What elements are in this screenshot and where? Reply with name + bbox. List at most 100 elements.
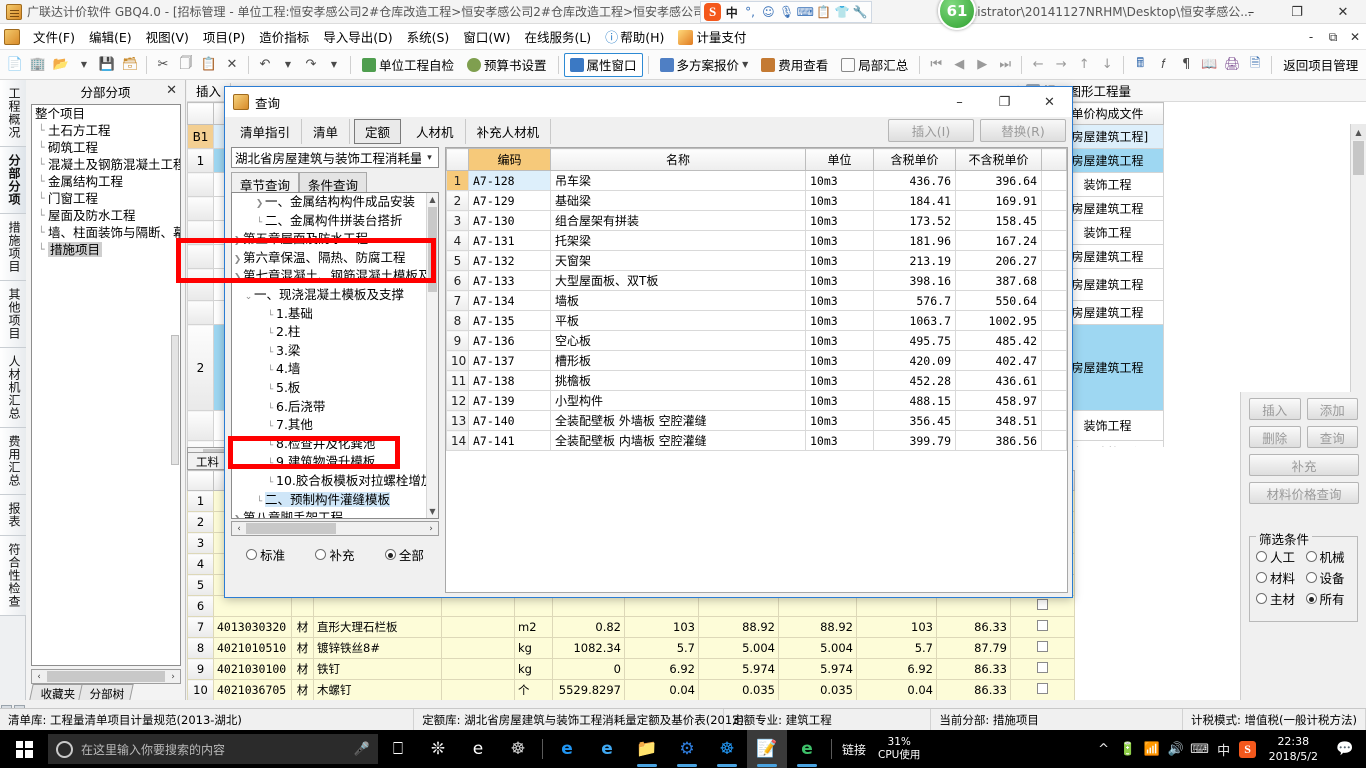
cell-estimate[interactable] bbox=[1010, 595, 1075, 617]
tree-item-slab[interactable]: └ 5.板 bbox=[232, 379, 426, 398]
scroll-left-icon[interactable]: ‹ bbox=[32, 672, 46, 682]
cell-v1[interactable] bbox=[624, 595, 699, 617]
app-blue-icon[interactable]: ⚙ bbox=[667, 730, 707, 768]
cell-untaxed-price[interactable]: 1002.95 bbox=[955, 310, 1042, 331]
panel-close-icon[interactable]: ✕ bbox=[166, 83, 177, 98]
first-record-icon[interactable]: ⏮ bbox=[925, 54, 947, 76]
cell-unit[interactable]: 10m3 bbox=[805, 410, 874, 431]
row-header[interactable]: 9 bbox=[187, 658, 214, 680]
cell-taxed-price[interactable]: 436.76 bbox=[873, 170, 956, 191]
table-row[interactable]: 7 4013030320 材直形大理石栏板 m2 0.82 103 88.92 88.92 10… bbox=[187, 616, 1075, 638]
cell-v1[interactable]: 103 bbox=[624, 616, 699, 638]
cell-name[interactable]: 铁钉 bbox=[313, 658, 442, 680]
cell-code[interactable]: A7-139 bbox=[468, 390, 551, 411]
cell-code[interactable]: A7-131 bbox=[468, 230, 551, 251]
row-header[interactable] bbox=[187, 244, 214, 269]
redo-icon[interactable]: ↷ bbox=[300, 54, 322, 76]
open-project-icon[interactable]: 🏢 bbox=[27, 54, 49, 76]
tree-item-chapter5[interactable]: ❯ 第五章屋面及防水工程 bbox=[232, 230, 426, 249]
tray-ime-lang-icon[interactable]: 中 bbox=[1213, 730, 1235, 768]
tree-item-metal-assembly[interactable]: └ 二、金属构件拼装台搭折 bbox=[232, 212, 426, 231]
cell-untaxed-price[interactable]: 396.64 bbox=[955, 170, 1042, 191]
radio-indicator[interactable] bbox=[1256, 572, 1267, 583]
tree-horizontal-scrollbar[interactable]: ‹ › bbox=[31, 669, 181, 684]
cell-taxed-price[interactable]: 452.28 bbox=[873, 370, 956, 391]
quota-library-select[interactable]: 湖北省房屋建筑与装饰工程消耗量定 ▾ bbox=[231, 147, 439, 168]
menu-file[interactable]: 文件(F) bbox=[26, 24, 82, 49]
cell-v2[interactable]: 5.974 bbox=[698, 658, 779, 680]
tree-item-beam[interactable]: └ 3.梁 bbox=[232, 342, 426, 361]
vtab-sub-items[interactable]: 分部分项 bbox=[0, 147, 26, 214]
sogou-logo-icon[interactable]: S bbox=[704, 3, 722, 21]
cell-untaxed-price[interactable]: 206.27 bbox=[955, 250, 1042, 271]
close-button[interactable]: ✕ bbox=[1320, 0, 1366, 24]
file-explorer-icon[interactable]: 📁 bbox=[627, 730, 667, 768]
row-header[interactable] bbox=[187, 196, 214, 221]
move-right-icon[interactable]: → bbox=[1050, 54, 1072, 76]
cell-untaxed-price[interactable]: 550.64 bbox=[955, 290, 1042, 311]
row-header[interactable] bbox=[187, 300, 214, 325]
row-number[interactable]: 7 bbox=[446, 290, 469, 311]
row-header[interactable]: 10 bbox=[187, 679, 214, 700]
table-row[interactable]: 13 A7-140 全装配壁板 外墙板 空腔灌缝 10m3 356.45 348.51 bbox=[446, 410, 1067, 431]
cell-unit[interactable]: 10m3 bbox=[805, 310, 874, 331]
self-check-button[interactable]: 单位工程自检 bbox=[356, 53, 460, 77]
cell-name[interactable]: 小型构件 bbox=[550, 390, 806, 411]
cell-v3[interactable]: 88.92 bbox=[778, 616, 857, 638]
gbq-app-icon[interactable]: 📝 bbox=[747, 730, 787, 768]
move-up-icon[interactable]: ↑ bbox=[1073, 54, 1095, 76]
cell-untaxed-price[interactable]: 458.97 bbox=[955, 390, 1042, 411]
cell-unit[interactable]: 10m3 bbox=[805, 330, 874, 351]
tree-node-concrete[interactable]: 混凝土及钢筋混凝土工程 bbox=[32, 156, 180, 173]
cell-name[interactable]: 托架梁 bbox=[550, 230, 806, 251]
row-number[interactable]: 3 bbox=[446, 210, 469, 231]
cell-v2[interactable]: 88.92 bbox=[698, 616, 779, 638]
scope-standard[interactable]: 标准 bbox=[246, 545, 285, 564]
chevron-down-icon[interactable]: ▼ bbox=[742, 60, 748, 69]
cell-code[interactable]: A7-138 bbox=[468, 370, 551, 391]
sogou-browser-icon[interactable]: ❊ bbox=[418, 730, 458, 768]
dialog-replace-button[interactable]: 替换(R) bbox=[980, 119, 1066, 142]
scroll-thumb[interactable] bbox=[428, 207, 437, 292]
cell-unit[interactable]: 10m3 bbox=[805, 350, 874, 371]
ie-icon[interactable]: e bbox=[547, 730, 587, 768]
tab-materials-labor[interactable]: 工料 bbox=[187, 452, 228, 470]
filter-machinery[interactable]: 机械 bbox=[1305, 547, 1352, 566]
filter-all[interactable]: 所有 bbox=[1305, 589, 1352, 608]
cell-code[interactable]: A7-136 bbox=[468, 330, 551, 351]
chapter-tree-horizontal-scrollbar[interactable]: ‹ › bbox=[231, 521, 439, 536]
cell-unit[interactable]: 10m3 bbox=[805, 390, 874, 411]
copy-icon[interactable]: 🗍 bbox=[175, 54, 197, 76]
row-number[interactable]: 4 bbox=[446, 230, 469, 251]
cell-untaxed-price[interactable]: 402.47 bbox=[955, 350, 1042, 371]
cell-code[interactable]: 4021030100 bbox=[213, 658, 292, 680]
row-header[interactable]: 5 bbox=[187, 574, 214, 596]
cell-v5[interactable]: 86.33 bbox=[936, 616, 1011, 638]
col-code[interactable]: 编码 bbox=[468, 148, 551, 171]
microphone-icon[interactable]: 🎤 bbox=[354, 742, 370, 757]
budget-settings-button[interactable]: 预算书设置 bbox=[461, 53, 553, 77]
row-header[interactable] bbox=[187, 268, 214, 301]
start-button[interactable] bbox=[0, 730, 48, 768]
row-header[interactable]: 8 bbox=[187, 637, 214, 659]
table-row[interactable]: 12 A7-139 小型构件 10m3 488.15 458.97 bbox=[446, 390, 1067, 411]
menu-import-export[interactable]: 导入导出(D) bbox=[316, 24, 399, 49]
cell-code[interactable]: A7-133 bbox=[468, 270, 551, 291]
mdi-restore-button[interactable]: ⧉ bbox=[1322, 30, 1344, 45]
tree-item-foundation[interactable]: └ 1.基础 bbox=[232, 305, 426, 324]
row-number[interactable]: 13 bbox=[446, 410, 469, 431]
cell-untaxed-price[interactable]: 167.24 bbox=[955, 230, 1042, 251]
cell-taxed-price[interactable]: 184.41 bbox=[873, 190, 956, 211]
scope-supplement[interactable]: 补充 bbox=[315, 545, 355, 564]
cell-qty[interactable]: 0.82 bbox=[552, 616, 625, 638]
row-header[interactable]: 6 bbox=[187, 595, 214, 617]
tree-item-precast-grouting-formwork[interactable]: └ 二、预制构件灌缝模板 bbox=[232, 491, 426, 510]
cell-untaxed-price[interactable]: 485.42 bbox=[955, 330, 1042, 351]
cell-name[interactable]: 天窗架 bbox=[550, 250, 806, 271]
table-row[interactable]: 8 4021010510 材镀锌铁丝8# kg 1082.34 5.7 5.004 5.004… bbox=[187, 637, 1075, 659]
cell-v4[interactable] bbox=[856, 595, 937, 617]
insert-row-button[interactable]: 插入 bbox=[191, 80, 226, 101]
radio-indicator[interactable] bbox=[1256, 593, 1267, 604]
cell-name[interactable]: 基础梁 bbox=[550, 190, 806, 211]
estimate-checkbox[interactable] bbox=[1037, 641, 1048, 652]
